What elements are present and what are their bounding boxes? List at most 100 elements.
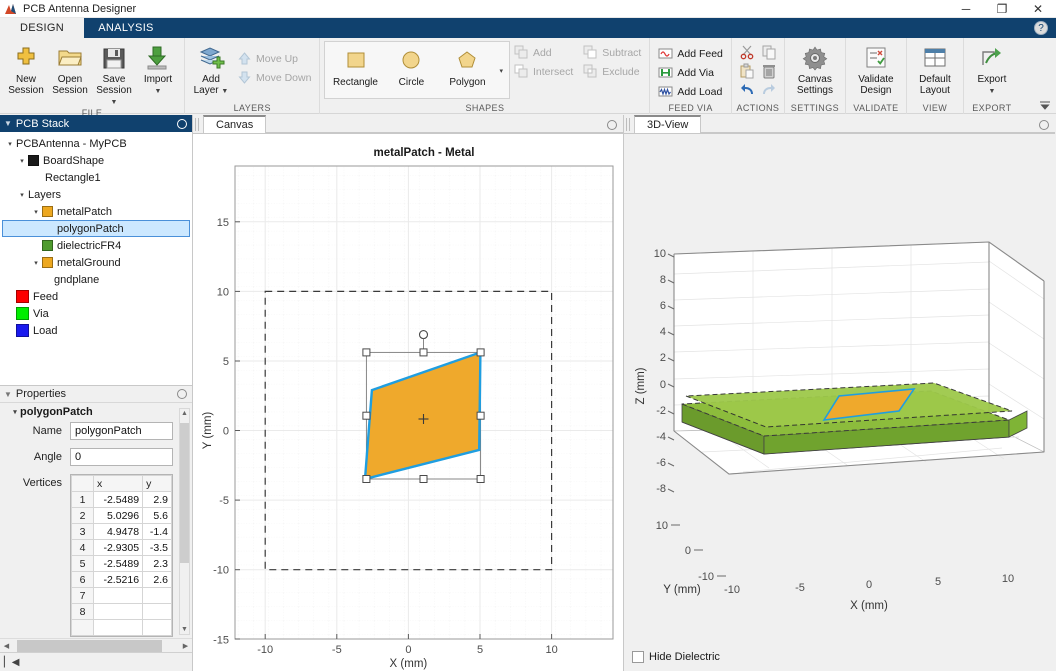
boolean-add-button[interactable]: Add <box>510 43 577 62</box>
scroll-up-icon[interactable]: ▲ <box>181 410 188 417</box>
redo-button[interactable] <box>758 80 780 99</box>
import-button[interactable]: Import ▼ <box>136 41 180 97</box>
cut-button[interactable] <box>736 42 758 61</box>
vertices-table[interactable]: x y 1 -2.5489 2.9 2 5.0296 5.6 3 4.9478 … <box>70 474 173 637</box>
pcb-stack-collapse-caret[interactable]: ▼ <box>4 119 12 128</box>
chevron-down-icon[interactable]: ▾ <box>30 259 42 267</box>
add-layer-button[interactable]: Add Layer ▼ <box>189 41 233 97</box>
rectangle-shape-button[interactable]: Rectangle <box>327 44 383 88</box>
vertex-x[interactable]: -2.5216 <box>92 571 144 588</box>
save-session-button[interactable]: Save Session ▼ <box>92 41 136 108</box>
tree-node-feed[interactable]: Feed <box>0 288 192 305</box>
vertex-y[interactable] <box>142 603 172 620</box>
scroll-track-horizontal[interactable] <box>13 639 179 652</box>
delete-button[interactable] <box>758 61 780 80</box>
vertex-x[interactable] <box>92 603 144 620</box>
view-3d-drag-handle[interactable] <box>626 118 633 131</box>
boolean-exclude-button[interactable]: Exclude <box>579 62 645 81</box>
vertex-x[interactable]: -2.5489 <box>92 555 144 572</box>
canvas-drag-handle[interactable] <box>195 118 202 131</box>
vertex-x[interactable]: 5.0296 <box>92 507 144 524</box>
chevron-down-icon[interactable]: ▾ <box>30 208 42 216</box>
default-layout-button[interactable]: Default Layout <box>911 41 959 96</box>
properties-vertical-scrollbar[interactable]: ▲ ▼ <box>179 408 190 635</box>
resize-handle-n[interactable] <box>419 348 428 357</box>
add-load-button[interactable]: Add Load <box>654 82 727 101</box>
vertex-y[interactable] <box>142 619 172 636</box>
vertex-y[interactable]: 2.6 <box>142 571 172 588</box>
vertex-y[interactable] <box>142 587 172 604</box>
tree-node-dielectricfr4[interactable]: dielectricFR4 <box>0 237 192 254</box>
scroll-thumb-horizontal[interactable] <box>17 639 162 652</box>
help-button[interactable]: ? <box>1012 18 1056 38</box>
export-button[interactable]: Export ▼ <box>968 41 1016 97</box>
ribbon-collapse-button[interactable] <box>1038 99 1052 111</box>
copy-button[interactable] <box>758 42 780 61</box>
table-row[interactable]: 6 -2.5216 2.6 <box>71 571 172 588</box>
move-up-button[interactable]: Move Up <box>233 49 315 68</box>
vertex-y[interactable]: -3.5 <box>142 539 172 556</box>
tree-node-gndplane[interactable]: gndplane <box>0 271 192 288</box>
tab-3d-view[interactable]: 3D-View <box>634 115 702 133</box>
table-row[interactable]: 7 <box>71 587 172 604</box>
angle-input[interactable] <box>70 448 173 466</box>
canvas-settings-button[interactable]: Canvas Settings <box>789 41 841 96</box>
view-3d-canvas[interactable]: 10 8 6 4 2 0 -2 -4 -6 -8 10 0 -10 -10 -5… <box>624 134 1055 671</box>
add-feed-button[interactable]: Add Feed <box>654 44 727 63</box>
shapes-gallery-expander[interactable]: ▾ <box>499 67 503 75</box>
save-session-dropdown-caret[interactable]: ▼ <box>111 99 118 106</box>
tree-node-pcbantenna[interactable]: ▾ PCBAntenna - MyPCB <box>0 135 192 152</box>
chevron-down-icon[interactable]: ▾ <box>4 140 16 148</box>
vertex-y[interactable]: -1.4 <box>142 523 172 540</box>
resize-handle-nw[interactable] <box>362 348 371 357</box>
resize-handle-se[interactable] <box>476 475 485 483</box>
vertex-x[interactable] <box>92 619 144 636</box>
view-3d-options-icon[interactable] <box>1039 120 1049 130</box>
resize-handle-e[interactable] <box>476 411 485 420</box>
resize-handle-ne[interactable] <box>476 348 485 357</box>
table-row[interactable]: 4 -2.9305 -3.5 <box>71 539 172 556</box>
scroll-right-icon[interactable]: ▶ <box>179 642 192 650</box>
resize-handle-w[interactable] <box>362 411 371 420</box>
hide-dielectric-checkbox[interactable] <box>632 651 644 663</box>
tree-node-layers[interactable]: ▾ Layers <box>0 186 192 203</box>
vertex-y[interactable]: 5.6 <box>142 507 172 524</box>
open-session-button[interactable]: Open Session <box>48 41 92 96</box>
properties-options-icon[interactable] <box>177 389 187 399</box>
resize-handle-sw[interactable] <box>362 475 371 483</box>
pcb-stack-tree[interactable]: ▾ PCBAntenna - MyPCB ▾ BoardShape Rectan… <box>0 132 192 386</box>
vertex-x[interactable]: -2.9305 <box>92 539 144 556</box>
resize-handle-s[interactable] <box>419 475 428 483</box>
status-bar-nav-icon[interactable]: ▏◀ <box>4 657 19 668</box>
tab-canvas[interactable]: Canvas <box>203 115 267 133</box>
import-dropdown-caret[interactable]: ▼ <box>155 88 162 95</box>
table-row[interactable]: 2 5.0296 5.6 <box>71 507 172 524</box>
properties-horizontal-scrollbar[interactable]: ◀ ▶ <box>0 638 192 652</box>
table-row[interactable] <box>71 619 172 636</box>
name-input[interactable] <box>70 422 173 440</box>
chevron-down-icon[interactable]: ▾ <box>16 191 28 199</box>
vertex-x[interactable] <box>92 587 144 604</box>
tree-node-load[interactable]: Load <box>0 322 192 339</box>
undo-button[interactable] <box>736 80 758 99</box>
new-session-button[interactable]: New Session <box>4 41 48 96</box>
tree-node-metalpatch[interactable]: ▾ metalPatch <box>0 203 192 220</box>
paste-button[interactable] <box>736 61 758 80</box>
canvas-options-icon[interactable] <box>607 120 617 130</box>
scroll-thumb-vertical[interactable] <box>180 423 189 563</box>
boolean-intersect-button[interactable]: Intersect <box>510 62 577 81</box>
minimize-button[interactable]: ─ <box>948 0 984 18</box>
scroll-down-icon[interactable]: ▼ <box>181 626 188 633</box>
validate-design-button[interactable]: Validate Design <box>850 41 902 96</box>
close-button[interactable]: ✕ <box>1020 0 1056 18</box>
canvas-plot[interactable]: metalPatch - Metal 15 10 5 0 -5 -10 -15 <box>193 134 623 671</box>
vertex-x[interactable]: 4.9478 <box>92 523 144 540</box>
vertex-x[interactable]: -2.5489 <box>92 491 144 508</box>
properties-object-caret[interactable]: ▾ <box>10 408 20 416</box>
boolean-subtract-button[interactable]: Subtract <box>579 43 645 62</box>
chevron-down-icon[interactable]: ▾ <box>16 157 28 165</box>
move-down-button[interactable]: Move Down <box>233 68 315 87</box>
vertex-y[interactable]: 2.3 <box>142 555 172 572</box>
properties-collapse-caret[interactable]: ▼ <box>4 390 12 399</box>
add-via-button[interactable]: Add Via <box>654 63 727 82</box>
